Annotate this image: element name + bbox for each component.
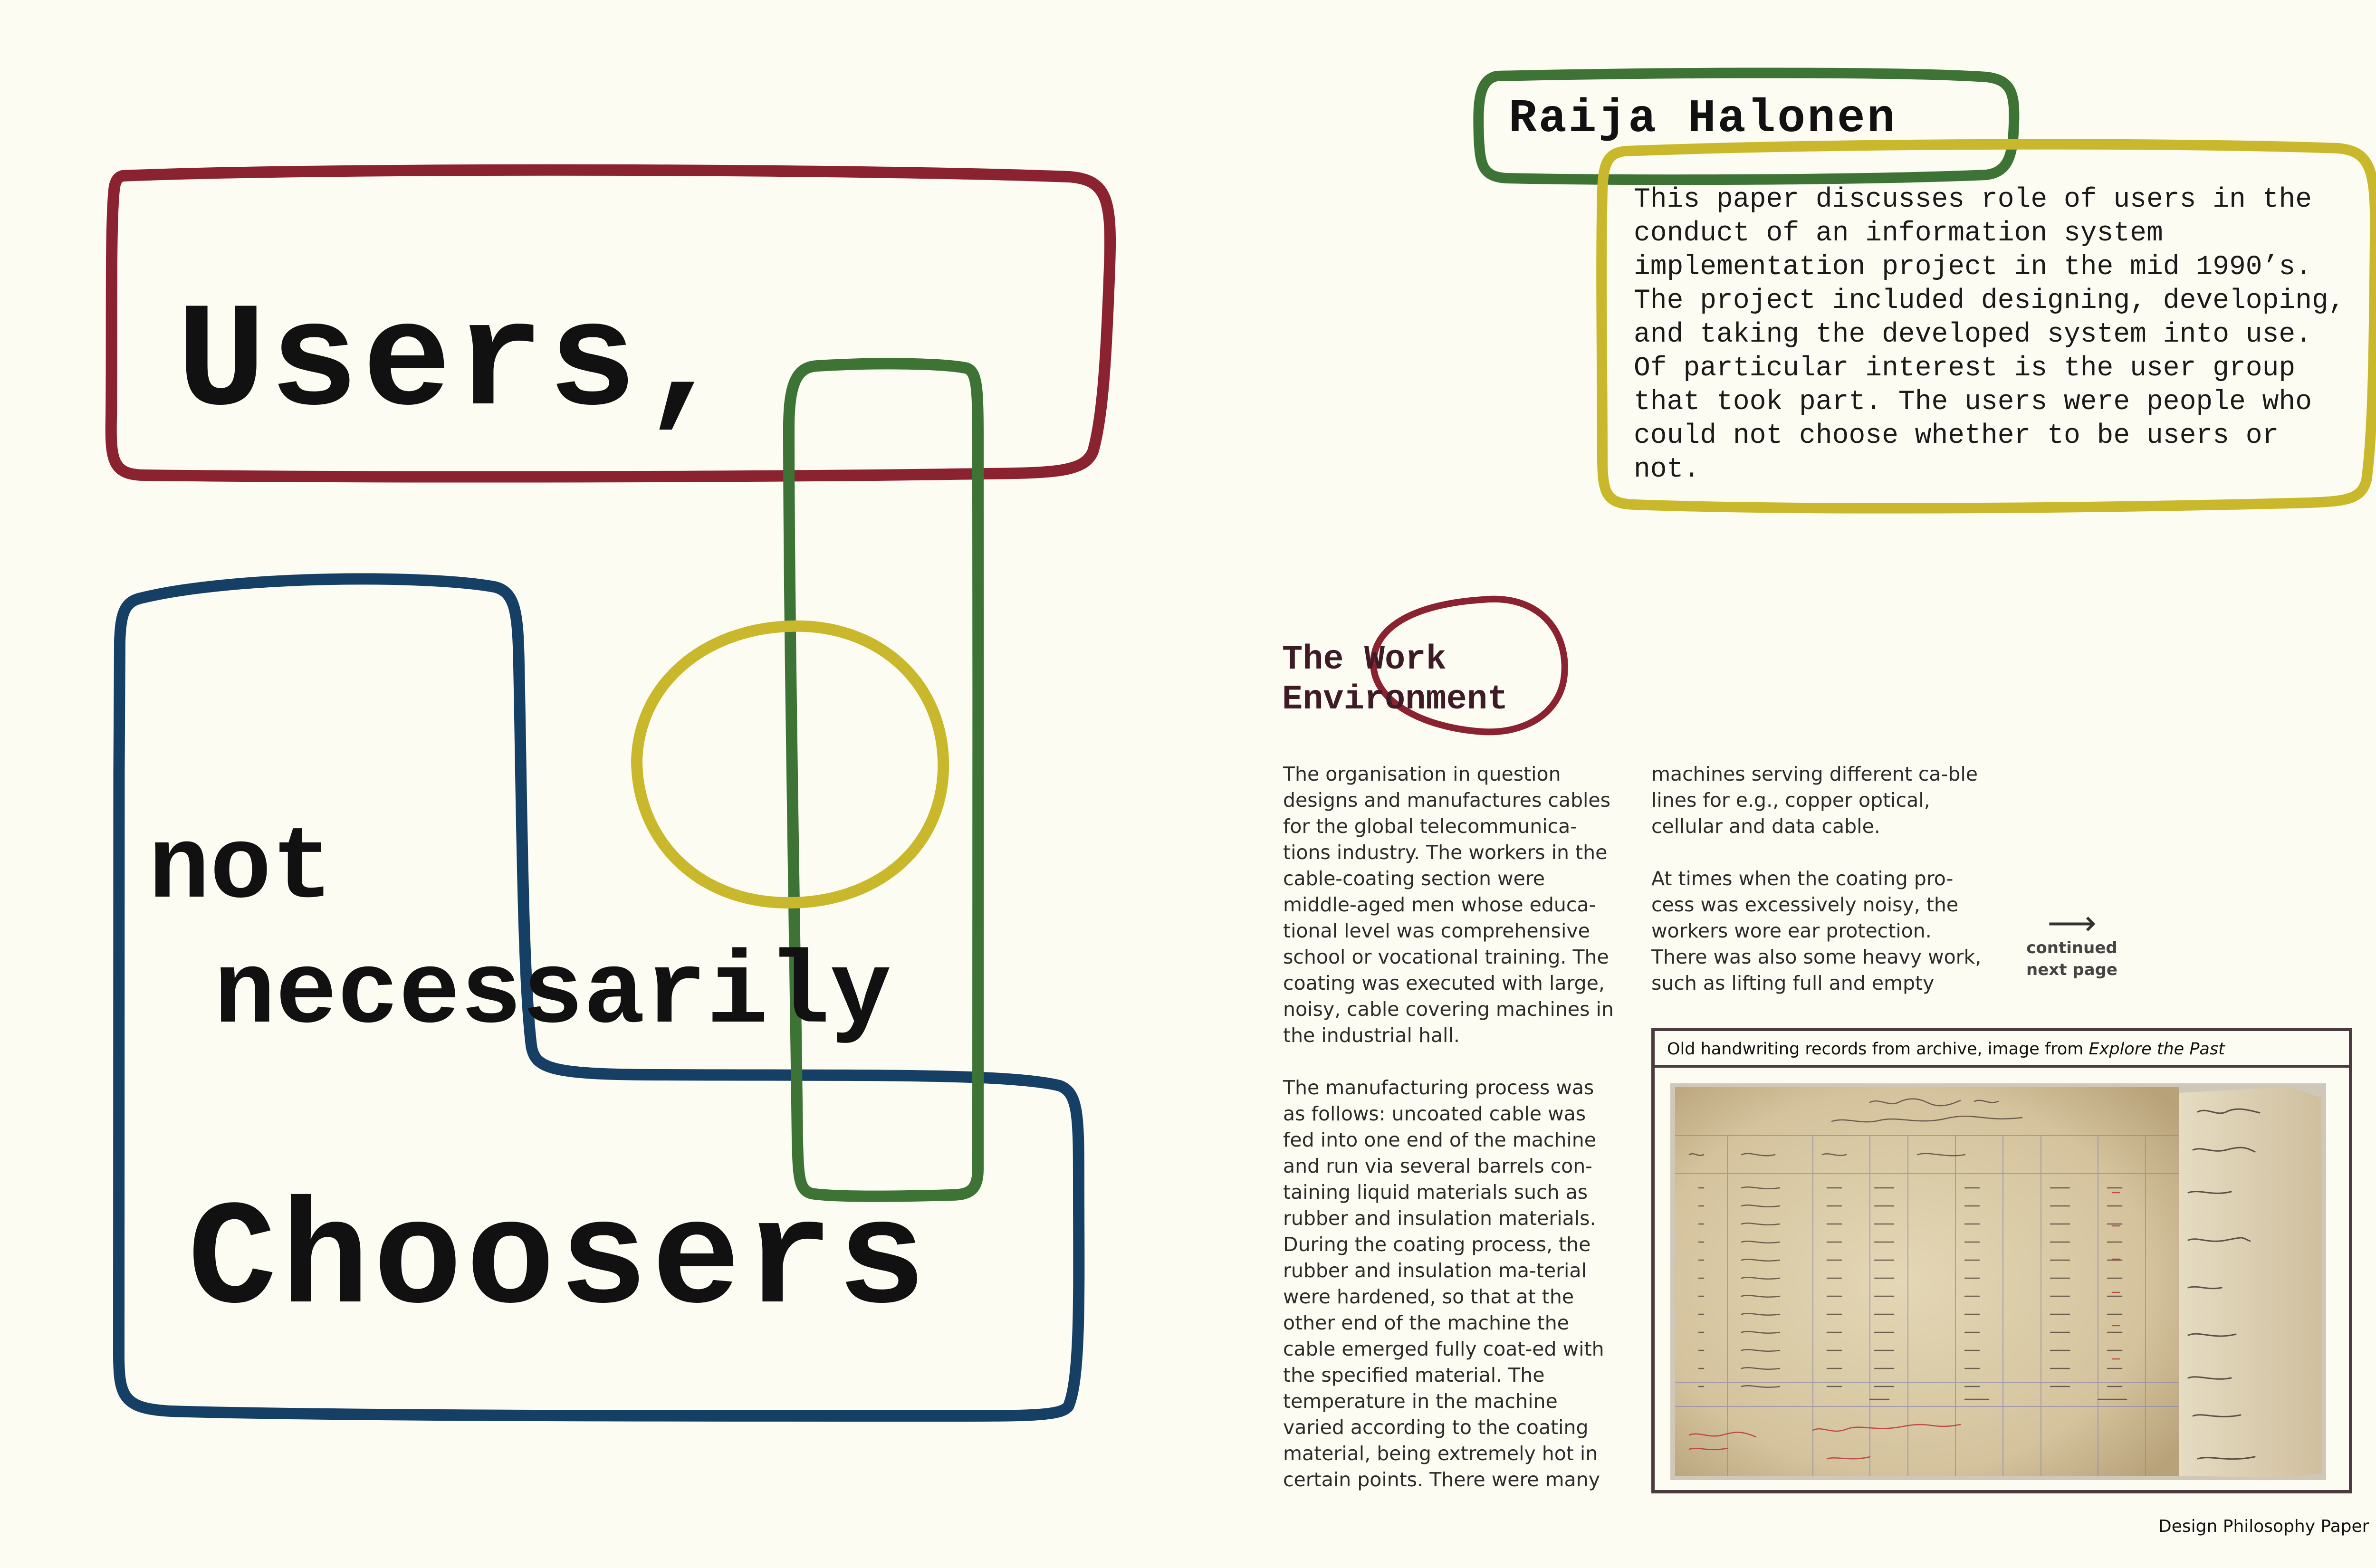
continued-next-page[interactable]: ⟶ continued next page — [2008, 903, 2136, 981]
footer-label: Design Philosophy Paper — [2158, 1517, 2369, 1536]
body-paragraph: The organisation in question designs and… — [1283, 763, 1614, 1047]
section-heading-line-2: Environment — [1282, 680, 1508, 719]
continued-label: continued — [2026, 938, 2117, 957]
section-heading-line-1: The Work — [1282, 640, 1447, 679]
title-line-2: not — [148, 811, 333, 927]
body-column-2: machines serving different ca-ble lines … — [1651, 761, 1986, 1023]
body-paragraph: At times when the coating pro-cess was e… — [1651, 867, 1982, 994]
figure-caption-source: Explore the Past — [2089, 1040, 2225, 1059]
title-line-4: Choosers — [188, 1178, 930, 1346]
body-paragraph: machines serving different ca-ble lines … — [1651, 763, 1978, 838]
author-name: Raija Halonen — [1509, 93, 1897, 145]
right-arrow-icon: ⟶ — [2047, 903, 2097, 943]
figure-caption-text: Old handwriting records from archive, im… — [1667, 1040, 2089, 1059]
yellow-circle — [631, 620, 949, 908]
figure-caption: Old handwriting records from archive, im… — [1655, 1031, 2349, 1068]
ledger-side-pages — [2179, 1087, 2322, 1478]
green-vertical-loop — [783, 358, 984, 1202]
ledger-page — [1675, 1087, 2179, 1476]
section-heading: The Work Environment — [1282, 640, 1508, 719]
page-footer: Design Philosophy Paper 35 — [2158, 1517, 2376, 1536]
handwritten-ledger-image — [1670, 1083, 2326, 1480]
abstract-text: This paper discusses role of users in th… — [1634, 184, 2345, 485]
body-column-1: The organisation in question designs and… — [1283, 761, 1618, 1519]
figure-box: Old handwriting records from archive, im… — [1651, 1028, 2352, 1493]
next-page-label: next page — [2026, 960, 2117, 979]
title-line-1: Users, — [177, 280, 734, 448]
title-line-3: necessarily — [214, 936, 891, 1052]
body-paragraph: The manufacturing process was as follows… — [1283, 1076, 1604, 1491]
